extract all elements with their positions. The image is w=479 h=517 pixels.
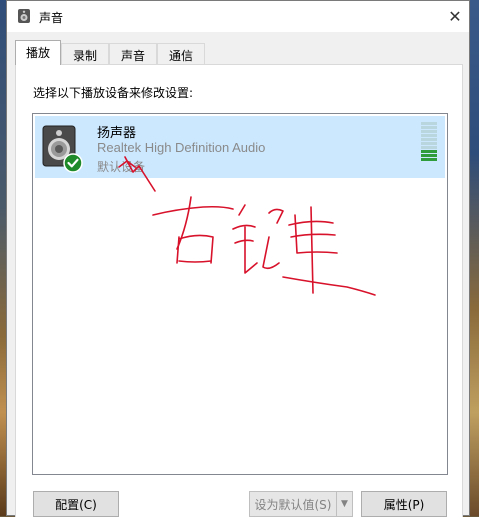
close-button[interactable]: ✕ (441, 1, 469, 32)
level-segment (421, 138, 437, 141)
tab-recording[interactable]: 录制 (61, 43, 109, 64)
tab-sounds[interactable]: 声音 (109, 43, 157, 64)
set-default-dropdown-arrow[interactable]: ▼ (337, 491, 353, 517)
level-segment (421, 122, 437, 125)
speaker-icon (42, 125, 83, 173)
sound-dialog: 声音 ✕ 播放 录制 声音 通信 选择以下播放设备来修改设置: 扬声器 Real… (6, 0, 470, 517)
volume-level-meter (421, 122, 437, 164)
title-bar: 声音 ✕ (7, 1, 469, 32)
playback-panel: 选择以下播放设备来修改设置: 扬声器 Realtek High Definiti… (15, 64, 463, 517)
level-segment (421, 126, 437, 129)
speaker-small-icon (18, 9, 30, 23)
level-segment (421, 142, 437, 145)
device-description: Realtek High Definition Audio (97, 140, 266, 155)
level-segment (421, 130, 437, 133)
device-list[interactable]: 扬声器 Realtek High Definition Audio 默认设备 (32, 113, 448, 475)
level-segment (421, 150, 437, 153)
device-name: 扬声器 (97, 126, 137, 141)
device-row-speakers[interactable]: 扬声器 Realtek High Definition Audio 默认设备 (35, 116, 445, 178)
level-segment (421, 158, 437, 161)
tab-playback[interactable]: 播放 (15, 40, 61, 65)
level-segment (421, 154, 437, 157)
level-segment (421, 146, 437, 149)
desktop-background-right (470, 0, 479, 516)
tab-communications[interactable]: 通信 (157, 43, 205, 64)
configure-button[interactable]: 配置(C) (33, 491, 119, 517)
device-status: 默认设备 (97, 160, 146, 174)
level-segment (421, 134, 437, 137)
set-default-button[interactable]: 设为默认值(S) (249, 491, 337, 517)
window-title: 声音 (39, 11, 64, 25)
check-badge-icon (63, 153, 83, 173)
instruction-label: 选择以下播放设备来修改设置: (33, 86, 194, 100)
properties-button[interactable]: 属性(P) (361, 491, 447, 517)
